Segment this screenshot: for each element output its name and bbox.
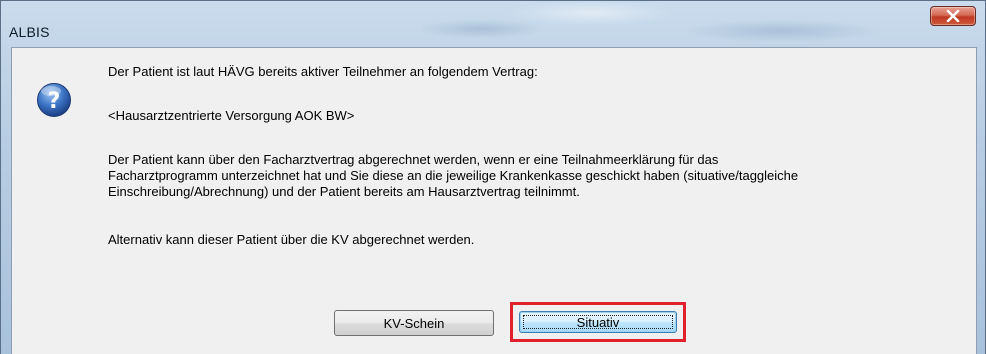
title-bar[interactable]: ALBIS	[1, 1, 985, 47]
window-title: ALBIS	[9, 24, 50, 40]
close-icon	[946, 10, 960, 22]
message-paragraph-line: Facharztprogramm unterzeichnet hat und S…	[108, 168, 799, 183]
close-button[interactable]	[930, 6, 976, 26]
message-paragraph-line: Der Patient kann über den Facharztvertra…	[108, 152, 719, 167]
situativ-button-label: Situativ	[576, 314, 620, 330]
dialog-content: ? Der Patient ist laut HÄVG bereits akti…	[11, 47, 977, 354]
message-line-contract: Der Patient ist laut HÄVG bereits aktive…	[108, 64, 538, 79]
question-icon: ?	[37, 83, 71, 117]
highlight-frame: Situativ	[510, 302, 686, 342]
message-contract-name: <Hausarztzentrierte Versorgung AOK BW>	[108, 108, 355, 123]
message-paragraph-billing: Der Patient kann über den Facharztvertra…	[108, 152, 968, 200]
situativ-button[interactable]: Situativ	[519, 311, 677, 333]
svg-text:?: ?	[48, 89, 61, 114]
kv-schein-button[interactable]: KV-Schein	[334, 310, 494, 336]
dialog-window: ALBIS ? Der Patient ist laut HÄVG bereit…	[0, 0, 986, 354]
message-paragraph-line: Einschreibung/Abrechnung) und der Patien…	[108, 184, 580, 199]
message-alternative: Alternativ kann dieser Patient über die …	[108, 232, 475, 247]
